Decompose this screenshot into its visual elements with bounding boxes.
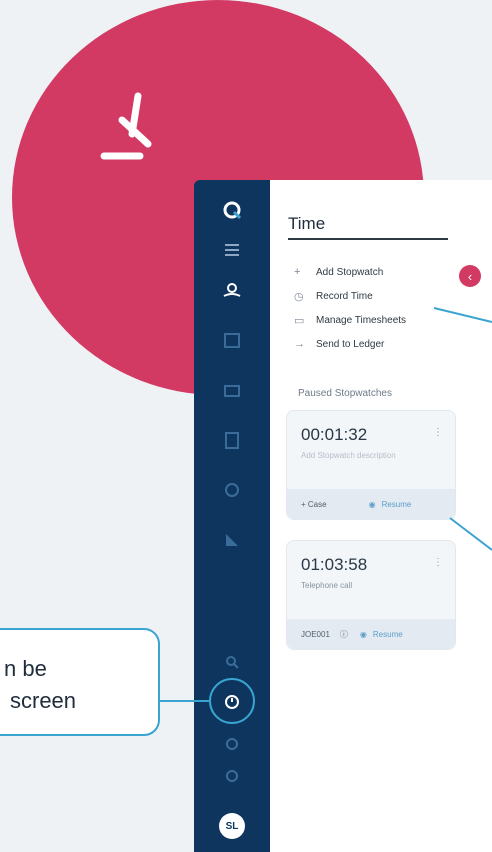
tooltip-line-2: screen [10, 688, 77, 713]
stopwatch-description: Add Stopwatch description [301, 451, 396, 460]
help-icon[interactable] [220, 764, 244, 788]
resume-button[interactable]: Resume [373, 630, 403, 639]
collapse-panel-button[interactable]: ‹ [459, 265, 481, 287]
menu-item-label: Record Time [316, 290, 373, 302]
callout-lines [433, 307, 492, 551]
callout-line-tooltip [160, 700, 210, 702]
puzzle-icon[interactable] [220, 478, 244, 502]
avatar[interactable]: SL [219, 813, 245, 839]
folder-icon[interactable] [220, 378, 244, 402]
case-code[interactable]: JOE001 [301, 630, 330, 639]
calendar-icon[interactable] [220, 328, 244, 352]
page-title: Time [288, 214, 326, 233]
clipboard-icon[interactable] [220, 428, 244, 452]
add-case-button[interactable]: + Case [301, 500, 327, 509]
title-underline [288, 238, 448, 240]
arrow-right-icon: → [294, 338, 305, 350]
stopwatch-time: 00:01:32 [301, 425, 368, 444]
menu-item-label: Manage Timesheets [316, 314, 407, 326]
stopwatch-description: Telephone call [301, 581, 353, 590]
menu-item-add-stopwatch[interactable]: + Add Stopwatch [294, 260, 406, 284]
time-menu: + Add Stopwatch ◷ Record Time ▭ Manage T… [294, 260, 406, 356]
section-title: Paused Stopwatches [298, 388, 392, 399]
spark-icon [100, 92, 152, 160]
menu-icon[interactable] [220, 238, 244, 262]
logo-icon[interactable] [220, 198, 244, 222]
play-icon: ◉ [359, 629, 367, 639]
menu-item-send-to-ledger[interactable]: → Send to Ledger [294, 332, 406, 356]
tooltip-callout: n be screen [0, 628, 160, 736]
bell-icon[interactable] [220, 732, 244, 756]
stopwatch-time: 01:03:58 [301, 555, 368, 574]
chart-icon[interactable] [220, 528, 244, 552]
menu-item-manage-timesheets[interactable]: ▭ Manage Timesheets [294, 308, 406, 332]
menu-item-record-time[interactable]: ◷ Record Time [294, 284, 406, 308]
tooltip-line-1: n be [4, 656, 47, 681]
sidebar [194, 180, 270, 852]
stopwatch-icon [225, 695, 239, 709]
stopwatch-nav-icon[interactable] [220, 278, 244, 302]
stopwatch-card-footer: JOE001 ⓘ ◉ Resume [287, 619, 455, 649]
clock-icon: ◷ [294, 290, 304, 303]
menu-item-label: Send to Ledger [316, 338, 385, 350]
search-icon[interactable] [220, 650, 244, 674]
stopwatch-button[interactable] [209, 678, 255, 724]
play-icon: ◉ [368, 499, 376, 509]
timesheet-icon: ▭ [294, 314, 305, 327]
resume-button[interactable]: Resume [382, 500, 412, 509]
info-icon: ⓘ [339, 629, 348, 639]
menu-item-label: Add Stopwatch [316, 266, 384, 278]
plus-icon: + [294, 266, 301, 278]
